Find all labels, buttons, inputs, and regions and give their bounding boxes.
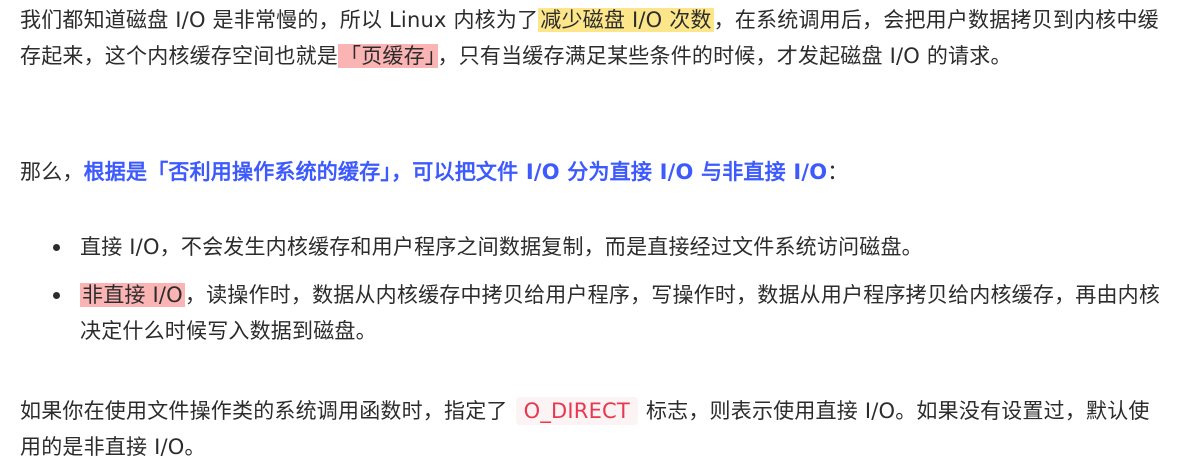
io-type-list: 直接 I/O，不会发生内核缓存和用户程序之间数据复制，而是直接经过文件系统访问磁… bbox=[20, 229, 1168, 361]
inline-code-o-direct: O_DIRECT bbox=[515, 397, 638, 425]
para2-text-1: 那么， bbox=[20, 160, 84, 184]
bullet-icon bbox=[53, 292, 60, 299]
highlight-buffered-io: 非直接 I/O bbox=[80, 283, 185, 307]
direct-io-text: 直接 I/O，不会发生内核缓存和用户程序之间数据复制，而是直接经过文件系统访问磁… bbox=[80, 235, 923, 259]
highlight-page-cache: 「页缓存」 bbox=[338, 44, 438, 68]
emphasis-io-classification: 根据是「否利用操作系统的缓存」，可以把文件 I/O 分为直接 I/O 与非直接 … bbox=[83, 160, 828, 184]
paragraph-io-classification: 那么，根据是「否利用操作系统的缓存」，可以把文件 I/O 分为直接 I/O 与非… bbox=[20, 154, 1168, 190]
para1-text-3: ，只有当缓存满足某些条件的时候，才发起磁盘 I/O 的请求。 bbox=[437, 44, 1012, 68]
paragraph-page-cache: 我们都知道磁盘 I/O 是非常慢的，所以 Linux 内核为了减少磁盘 I/O … bbox=[20, 2, 1168, 74]
para1-text-1: 我们都知道磁盘 I/O 是非常慢的，所以 Linux 内核为了 bbox=[20, 8, 539, 32]
paragraph-o-direct: 如果你在使用文件操作类的系统调用函数时，指定了 O_DIRECT 标志，则表示使用直… bbox=[20, 393, 1168, 465]
bullet-icon bbox=[53, 244, 60, 251]
list-item-buffered-io: 非直接 I/O，读操作时，数据从内核缓存中拷贝给用户程序，写操作时，数据从用户程… bbox=[20, 277, 1168, 349]
highlight-reduce-io: 减少磁盘 I/O 次数 bbox=[538, 8, 714, 32]
list-item-direct-io: 直接 I/O，不会发生内核缓存和用户程序之间数据复制，而是直接经过文件系统访问磁… bbox=[20, 229, 1168, 265]
para2-text-2: ： bbox=[827, 160, 849, 184]
para3-text-1: 如果你在使用文件操作类的系统调用函数时，指定了 bbox=[20, 399, 508, 423]
article-body: 我们都知道磁盘 I/O 是非常慢的，所以 Linux 内核为了减少磁盘 I/O … bbox=[0, 0, 1188, 473]
buffered-io-text: ，读操作时，数据从内核缓存中拷贝给用户程序，写操作时，数据从用户程序拷贝给内核缓… bbox=[80, 283, 1161, 343]
